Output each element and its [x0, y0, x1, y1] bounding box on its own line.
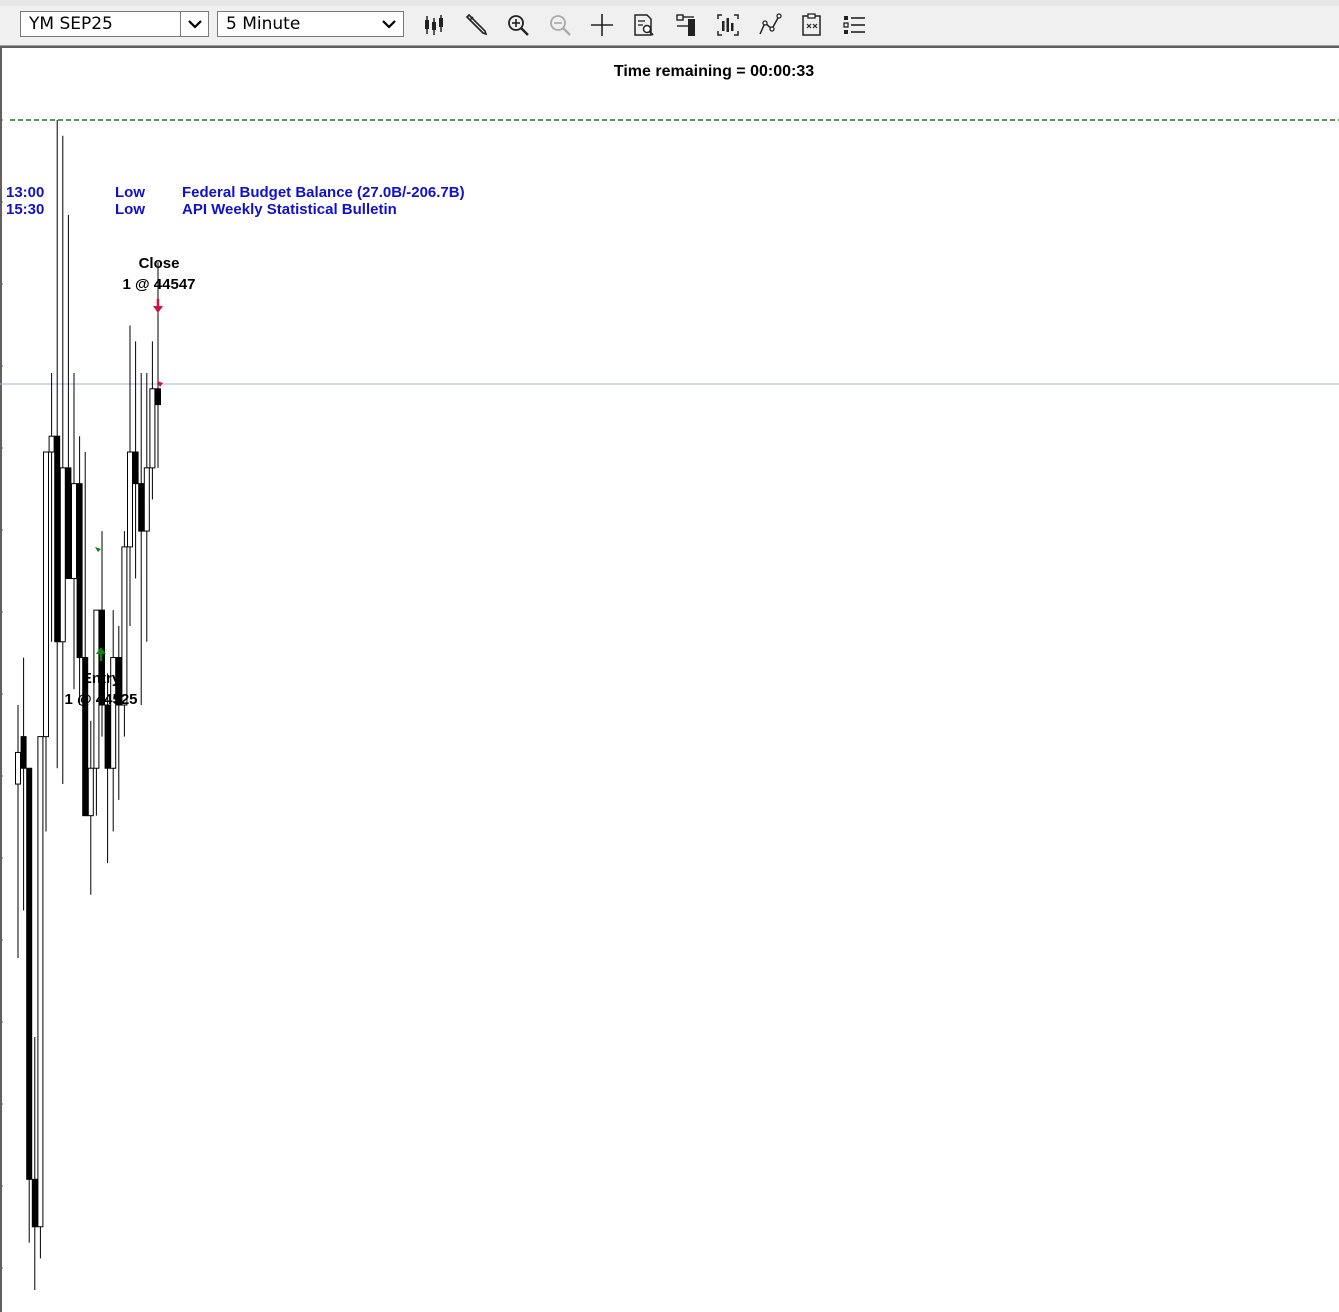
candle-down: [26, 767, 33, 1180]
candle-down: [54, 435, 61, 643]
close-marker-detail: 1 @ 44547: [122, 276, 196, 293]
entry-marker-icon: [95, 547, 101, 552]
event-title: API Weekly Statistical Bulletin: [182, 201, 397, 218]
candle-up: [43, 451, 49, 738]
event-impact: Low: [115, 201, 145, 218]
candle-up: [48, 435, 55, 453]
candle-up: [143, 467, 150, 532]
candle-down: [20, 736, 27, 769]
candle-down: [155, 388, 161, 406]
candle-up: [37, 736, 44, 1228]
candle-up: [59, 467, 66, 643]
event-title: Federal Budget Balance (27.0B/-206.7B): [182, 184, 465, 201]
entry-marker-detail: 1 @ 44525: [64, 691, 138, 708]
candle-up: [15, 751, 21, 785]
candle-down: [31, 1178, 38, 1228]
sell-arrow-icon: [153, 299, 163, 313]
close-marker-title: Close: [138, 255, 180, 272]
candle-up: [127, 451, 133, 548]
candle-up: [93, 609, 100, 769]
left-axis-ticks: [0, 119, 3, 1269]
time-remaining: Time remaining = 00:00:33: [613, 63, 815, 80]
candle-down: [104, 704, 111, 769]
candle-down: [138, 483, 145, 532]
event-impact: Low: [115, 184, 145, 201]
candle-down: [65, 467, 72, 580]
candle-up: [87, 767, 94, 817]
candle-up: [71, 483, 77, 580]
candle-up: [149, 388, 156, 469]
candle-down: [132, 451, 139, 485]
event-time: 13:00: [6, 184, 45, 201]
candle-down: [76, 483, 83, 659]
event-time: 15:30: [6, 201, 45, 218]
entry-marker-title: Entry: [81, 670, 121, 687]
